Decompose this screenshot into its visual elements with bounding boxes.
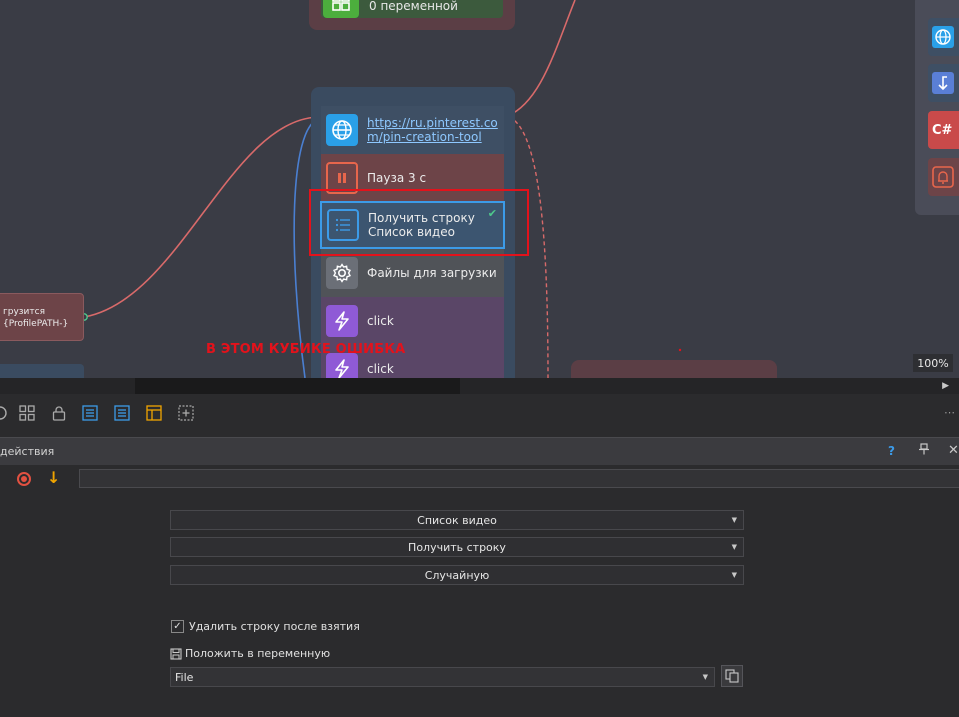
variable-node-label: 0 переменной bbox=[369, 0, 458, 13]
left-node-line1: грузится bbox=[3, 307, 46, 317]
node-url-line1: https://ru.pinterest.co bbox=[367, 116, 498, 130]
pin-icon[interactable] bbox=[919, 443, 929, 458]
arrow-down-left-icon[interactable] bbox=[928, 64, 959, 102]
csharp-icon[interactable]: C# bbox=[928, 111, 959, 149]
node-url-line2: m/pin-creation-tool bbox=[367, 130, 482, 144]
variable-select-value: File bbox=[175, 670, 194, 684]
variable-node[interactable]: 0 переменной bbox=[321, 0, 503, 18]
delete-after-take-checkbox[interactable]: ✓ bbox=[171, 620, 184, 633]
zoom-level[interactable]: 100% bbox=[913, 354, 953, 372]
grid-icon[interactable] bbox=[18, 404, 36, 422]
variable-select-dropdown[interactable]: File ▼ bbox=[170, 667, 715, 687]
list-blue-icon[interactable] bbox=[113, 404, 131, 422]
workflow-canvas[interactable]: 0 переменной https://ru.pinterest.co m/p… bbox=[0, 0, 959, 378]
node-files-upload[interactable]: Файлы для загрузки bbox=[321, 249, 504, 297]
error-highlight-box bbox=[309, 189, 529, 256]
csharp-label: C# bbox=[932, 122, 953, 138]
node-navigate-url[interactable]: https://ru.pinterest.co m/pin-creation-t… bbox=[321, 106, 504, 154]
node-click-1-label: click bbox=[367, 314, 394, 328]
help-button[interactable]: ? bbox=[888, 444, 895, 458]
list-select-dropdown[interactable]: Список видео ▼ bbox=[170, 510, 744, 530]
delete-after-take-option[interactable]: ✓ Удалить строку после взятия bbox=[171, 620, 360, 633]
panel-subbar: ↓ bbox=[0, 466, 959, 492]
chevron-down-icon: ▼ bbox=[702, 673, 708, 681]
save-to-variable-label: Положить в переменную bbox=[185, 647, 331, 660]
canvas-toolbar: ⋯ bbox=[0, 394, 959, 432]
error-annotation: В ЭТОМ КУБИКЕ ОШИБКА bbox=[206, 342, 406, 357]
more-options-icon[interactable]: ⋯ bbox=[944, 406, 955, 419]
action-name-field[interactable] bbox=[79, 469, 959, 488]
scroll-right-icon[interactable]: ▶ bbox=[942, 381, 949, 391]
record-icon[interactable] bbox=[17, 472, 31, 486]
action-settings-form: Список видео ▼ Получить строку ▼ Случайн… bbox=[0, 492, 959, 717]
horizontal-scrollbar[interactable]: ▶ bbox=[0, 378, 959, 394]
node-partial[interactable] bbox=[0, 364, 84, 378]
add-box-icon[interactable] bbox=[177, 404, 195, 422]
close-button[interactable]: ✕ bbox=[948, 443, 959, 458]
copy-icon bbox=[725, 669, 739, 683]
chevron-down-icon: ▼ bbox=[731, 543, 737, 551]
chevron-down-icon: ▼ bbox=[731, 571, 737, 579]
node-load-profile[interactable]: грузится {ProfilePATH-} bbox=[0, 293, 84, 341]
properties-panel-header: действия ? ✕ bbox=[0, 437, 959, 465]
panel-title: действия bbox=[0, 445, 55, 458]
arrow-down-icon[interactable]: ↓ bbox=[47, 468, 60, 487]
gear-icon bbox=[326, 257, 358, 289]
left-node-line2: {ProfilePATH-} bbox=[3, 319, 69, 329]
scrollbar-thumb[interactable] bbox=[135, 378, 460, 394]
lightning-icon bbox=[326, 305, 358, 337]
top-node-group[interactable]: 0 переменной bbox=[309, 0, 515, 30]
globe-icon[interactable] bbox=[928, 18, 959, 56]
mode-select-value: Случайную bbox=[424, 568, 490, 582]
table-orange-icon[interactable] bbox=[145, 404, 163, 422]
delete-after-take-label: Удалить строку после взятия bbox=[189, 620, 360, 633]
right-node-group[interactable]: C# bbox=[915, 0, 959, 215]
operation-select-dropdown[interactable]: Получить строку ▼ bbox=[170, 537, 744, 557]
eye-icon[interactable] bbox=[0, 404, 9, 422]
copy-variable-button[interactable] bbox=[721, 665, 743, 687]
save-icon bbox=[170, 647, 182, 660]
globe-icon bbox=[326, 114, 358, 146]
node-url-link[interactable]: https://ru.pinterest.co m/pin-creation-t… bbox=[367, 116, 498, 144]
bottom-node-group[interactable] bbox=[571, 360, 777, 378]
node-pause-label: Пауза 3 с bbox=[367, 171, 427, 185]
save-to-variable-row: Положить в переменную bbox=[170, 647, 330, 660]
list-select-value: Список видео bbox=[417, 513, 497, 527]
node-click-1[interactable]: click bbox=[321, 297, 504, 345]
mode-select-dropdown[interactable]: Случайную ▼ bbox=[170, 565, 744, 585]
lock-icon[interactable] bbox=[50, 404, 68, 422]
node-click-2-label: click bbox=[367, 362, 394, 376]
operation-select-value: Получить строку bbox=[408, 540, 506, 554]
grid-icon bbox=[323, 0, 359, 18]
node-files-label: Файлы для загрузки bbox=[367, 266, 497, 280]
bell-icon[interactable] bbox=[928, 158, 959, 196]
list-blue-icon[interactable] bbox=[81, 404, 99, 422]
chevron-down-icon: ▼ bbox=[731, 516, 737, 524]
